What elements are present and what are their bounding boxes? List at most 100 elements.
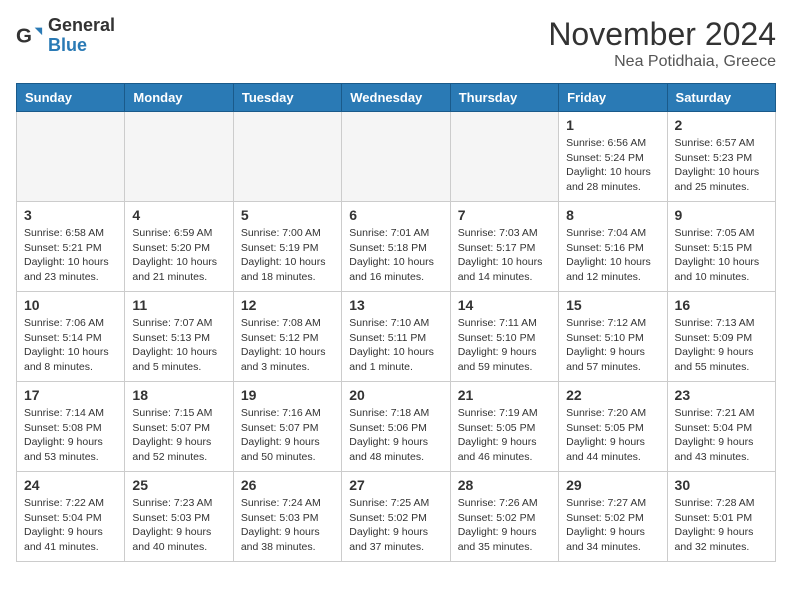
calendar-cell: 12 Sunrise: 7:08 AM Sunset: 5:12 PM Dayli… bbox=[233, 292, 341, 382]
day-number: 27 bbox=[349, 477, 442, 493]
calendar-cell bbox=[17, 112, 125, 202]
calendar-week-row: 17 Sunrise: 7:14 AM Sunset: 5:08 PM Dayli… bbox=[17, 382, 776, 472]
day-info: Sunrise: 7:01 AM Sunset: 5:18 PM Dayligh… bbox=[349, 226, 442, 285]
weekday-header: Monday bbox=[125, 84, 233, 112]
day-info: Sunrise: 7:12 AM Sunset: 5:10 PM Dayligh… bbox=[566, 316, 659, 375]
calendar-cell: 1 Sunrise: 6:56 AM Sunset: 5:24 PM Daylig… bbox=[559, 112, 667, 202]
logo-general: General bbox=[48, 15, 115, 35]
weekday-header: Sunday bbox=[17, 84, 125, 112]
day-info: Sunrise: 6:58 AM Sunset: 5:21 PM Dayligh… bbox=[24, 226, 117, 285]
day-info: Sunrise: 7:20 AM Sunset: 5:05 PM Dayligh… bbox=[566, 406, 659, 465]
day-number: 12 bbox=[241, 297, 334, 313]
weekday-header: Friday bbox=[559, 84, 667, 112]
calendar-cell: 7 Sunrise: 7:03 AM Sunset: 5:17 PM Daylig… bbox=[450, 202, 558, 292]
day-info: Sunrise: 7:14 AM Sunset: 5:08 PM Dayligh… bbox=[24, 406, 117, 465]
day-number: 21 bbox=[458, 387, 551, 403]
calendar-cell: 10Sunrise: 7:06 AM Sunset: 5:14 PM Dayli… bbox=[17, 292, 125, 382]
day-info: Sunrise: 7:26 AM Sunset: 5:02 PM Dayligh… bbox=[458, 496, 551, 555]
day-info: Sunrise: 7:21 AM Sunset: 5:04 PM Dayligh… bbox=[675, 406, 768, 465]
calendar-cell: 26 Sunrise: 7:24 AM Sunset: 5:03 PM Dayli… bbox=[233, 472, 341, 562]
day-number: 13 bbox=[349, 297, 442, 313]
day-info: Sunrise: 7:07 AM Sunset: 5:13 PM Dayligh… bbox=[132, 316, 225, 375]
weekday-header-row: SundayMondayTuesdayWednesdayThursdayFrid… bbox=[17, 84, 776, 112]
svg-text:G: G bbox=[16, 24, 32, 47]
logo: G General Blue bbox=[16, 16, 115, 56]
calendar-cell: 25Sunrise: 7:23 AM Sunset: 5:03 PM Dayli… bbox=[125, 472, 233, 562]
day-number: 19 bbox=[241, 387, 334, 403]
calendar-cell: 9 Sunrise: 7:05 AM Sunset: 5:15 PM Daylig… bbox=[667, 202, 775, 292]
logo-blue: Blue bbox=[48, 35, 87, 55]
day-number: 11 bbox=[132, 297, 225, 313]
day-info: Sunrise: 7:00 AM Sunset: 5:19 PM Dayligh… bbox=[241, 226, 334, 285]
day-number: 18 bbox=[132, 387, 225, 403]
day-info: Sunrise: 7:19 AM Sunset: 5:05 PM Dayligh… bbox=[458, 406, 551, 465]
calendar-cell bbox=[450, 112, 558, 202]
day-info: Sunrise: 7:11 AM Sunset: 5:10 PM Dayligh… bbox=[458, 316, 551, 375]
day-number: 14 bbox=[458, 297, 551, 313]
day-info: Sunrise: 7:05 AM Sunset: 5:15 PM Dayligh… bbox=[675, 226, 768, 285]
day-info: Sunrise: 7:22 AM Sunset: 5:04 PM Dayligh… bbox=[24, 496, 117, 555]
calendar-cell: 2 Sunrise: 6:57 AM Sunset: 5:23 PM Daylig… bbox=[667, 112, 775, 202]
month-title: November 2024 bbox=[548, 16, 776, 53]
day-number: 7 bbox=[458, 207, 551, 223]
calendar-cell: 22 Sunrise: 7:20 AM Sunset: 5:05 PM Dayli… bbox=[559, 382, 667, 472]
calendar-table: SundayMondayTuesdayWednesdayThursdayFrid… bbox=[16, 83, 776, 562]
logo-text: General Blue bbox=[48, 16, 115, 56]
day-info: Sunrise: 7:06 AM Sunset: 5:14 PM Dayligh… bbox=[24, 316, 117, 375]
calendar-cell: 16Sunrise: 7:13 AM Sunset: 5:09 PM Dayli… bbox=[667, 292, 775, 382]
calendar-cell: 11 Sunrise: 7:07 AM Sunset: 5:13 PM Dayli… bbox=[125, 292, 233, 382]
weekday-header: Tuesday bbox=[233, 84, 341, 112]
day-info: Sunrise: 6:59 AM Sunset: 5:20 PM Dayligh… bbox=[132, 226, 225, 285]
calendar-cell: 29 Sunrise: 7:27 AM Sunset: 5:02 PM Dayli… bbox=[559, 472, 667, 562]
day-info: Sunrise: 7:25 AM Sunset: 5:02 PM Dayligh… bbox=[349, 496, 442, 555]
calendar-cell: 24 Sunrise: 7:22 AM Sunset: 5:04 PM Dayli… bbox=[17, 472, 125, 562]
day-number: 22 bbox=[566, 387, 659, 403]
day-number: 30 bbox=[675, 477, 768, 493]
calendar-week-row: 24 Sunrise: 7:22 AM Sunset: 5:04 PM Dayli… bbox=[17, 472, 776, 562]
day-number: 26 bbox=[241, 477, 334, 493]
calendar-cell: 17 Sunrise: 7:14 AM Sunset: 5:08 PM Dayli… bbox=[17, 382, 125, 472]
day-number: 1 bbox=[566, 117, 659, 133]
day-info: Sunrise: 7:27 AM Sunset: 5:02 PM Dayligh… bbox=[566, 496, 659, 555]
calendar-cell: 6Sunrise: 7:01 AM Sunset: 5:18 PM Daylig… bbox=[342, 202, 450, 292]
day-number: 29 bbox=[566, 477, 659, 493]
calendar-cell: 3Sunrise: 6:58 AM Sunset: 5:21 PM Daylig… bbox=[17, 202, 125, 292]
day-number: 2 bbox=[675, 117, 768, 133]
day-number: 8 bbox=[566, 207, 659, 223]
day-number: 15 bbox=[566, 297, 659, 313]
day-info: Sunrise: 7:23 AM Sunset: 5:03 PM Dayligh… bbox=[132, 496, 225, 555]
day-info: Sunrise: 6:57 AM Sunset: 5:23 PM Dayligh… bbox=[675, 136, 768, 195]
calendar-cell: 23 Sunrise: 7:21 AM Sunset: 5:04 PM Dayli… bbox=[667, 382, 775, 472]
day-number: 20 bbox=[349, 387, 442, 403]
day-number: 24 bbox=[24, 477, 117, 493]
calendar-cell: 15 Sunrise: 7:12 AM Sunset: 5:10 PM Dayli… bbox=[559, 292, 667, 382]
weekday-header: Thursday bbox=[450, 84, 558, 112]
logo-icon: G bbox=[16, 22, 44, 50]
day-info: Sunrise: 7:18 AM Sunset: 5:06 PM Dayligh… bbox=[349, 406, 442, 465]
weekday-header: Wednesday bbox=[342, 84, 450, 112]
day-info: Sunrise: 7:04 AM Sunset: 5:16 PM Dayligh… bbox=[566, 226, 659, 285]
day-number: 17 bbox=[24, 387, 117, 403]
day-number: 23 bbox=[675, 387, 768, 403]
calendar-cell: 28 Sunrise: 7:26 AM Sunset: 5:02 PM Dayli… bbox=[450, 472, 558, 562]
calendar-cell: 30Sunrise: 7:28 AM Sunset: 5:01 PM Dayli… bbox=[667, 472, 775, 562]
day-info: Sunrise: 7:24 AM Sunset: 5:03 PM Dayligh… bbox=[241, 496, 334, 555]
day-info: Sunrise: 7:16 AM Sunset: 5:07 PM Dayligh… bbox=[241, 406, 334, 465]
day-number: 28 bbox=[458, 477, 551, 493]
day-number: 4 bbox=[132, 207, 225, 223]
day-number: 9 bbox=[675, 207, 768, 223]
day-info: Sunrise: 6:56 AM Sunset: 5:24 PM Dayligh… bbox=[566, 136, 659, 195]
day-info: Sunrise: 7:03 AM Sunset: 5:17 PM Dayligh… bbox=[458, 226, 551, 285]
day-info: Sunrise: 7:08 AM Sunset: 5:12 PM Dayligh… bbox=[241, 316, 334, 375]
calendar-cell: 5Sunrise: 7:00 AM Sunset: 5:19 PM Daylig… bbox=[233, 202, 341, 292]
calendar-week-row: 1 Sunrise: 6:56 AM Sunset: 5:24 PM Daylig… bbox=[17, 112, 776, 202]
title-block: November 2024 Nea Potidhaia, Greece bbox=[548, 16, 776, 71]
calendar-cell: 19 Sunrise: 7:16 AM Sunset: 5:07 PM Dayli… bbox=[233, 382, 341, 472]
day-info: Sunrise: 7:13 AM Sunset: 5:09 PM Dayligh… bbox=[675, 316, 768, 375]
calendar-cell: 20 Sunrise: 7:18 AM Sunset: 5:06 PM Dayli… bbox=[342, 382, 450, 472]
calendar-cell: 21 Sunrise: 7:19 AM Sunset: 5:05 PM Dayli… bbox=[450, 382, 558, 472]
day-info: Sunrise: 7:15 AM Sunset: 5:07 PM Dayligh… bbox=[132, 406, 225, 465]
calendar-cell bbox=[125, 112, 233, 202]
calendar-week-row: 3Sunrise: 6:58 AM Sunset: 5:21 PM Daylig… bbox=[17, 202, 776, 292]
day-info: Sunrise: 7:10 AM Sunset: 5:11 PM Dayligh… bbox=[349, 316, 442, 375]
